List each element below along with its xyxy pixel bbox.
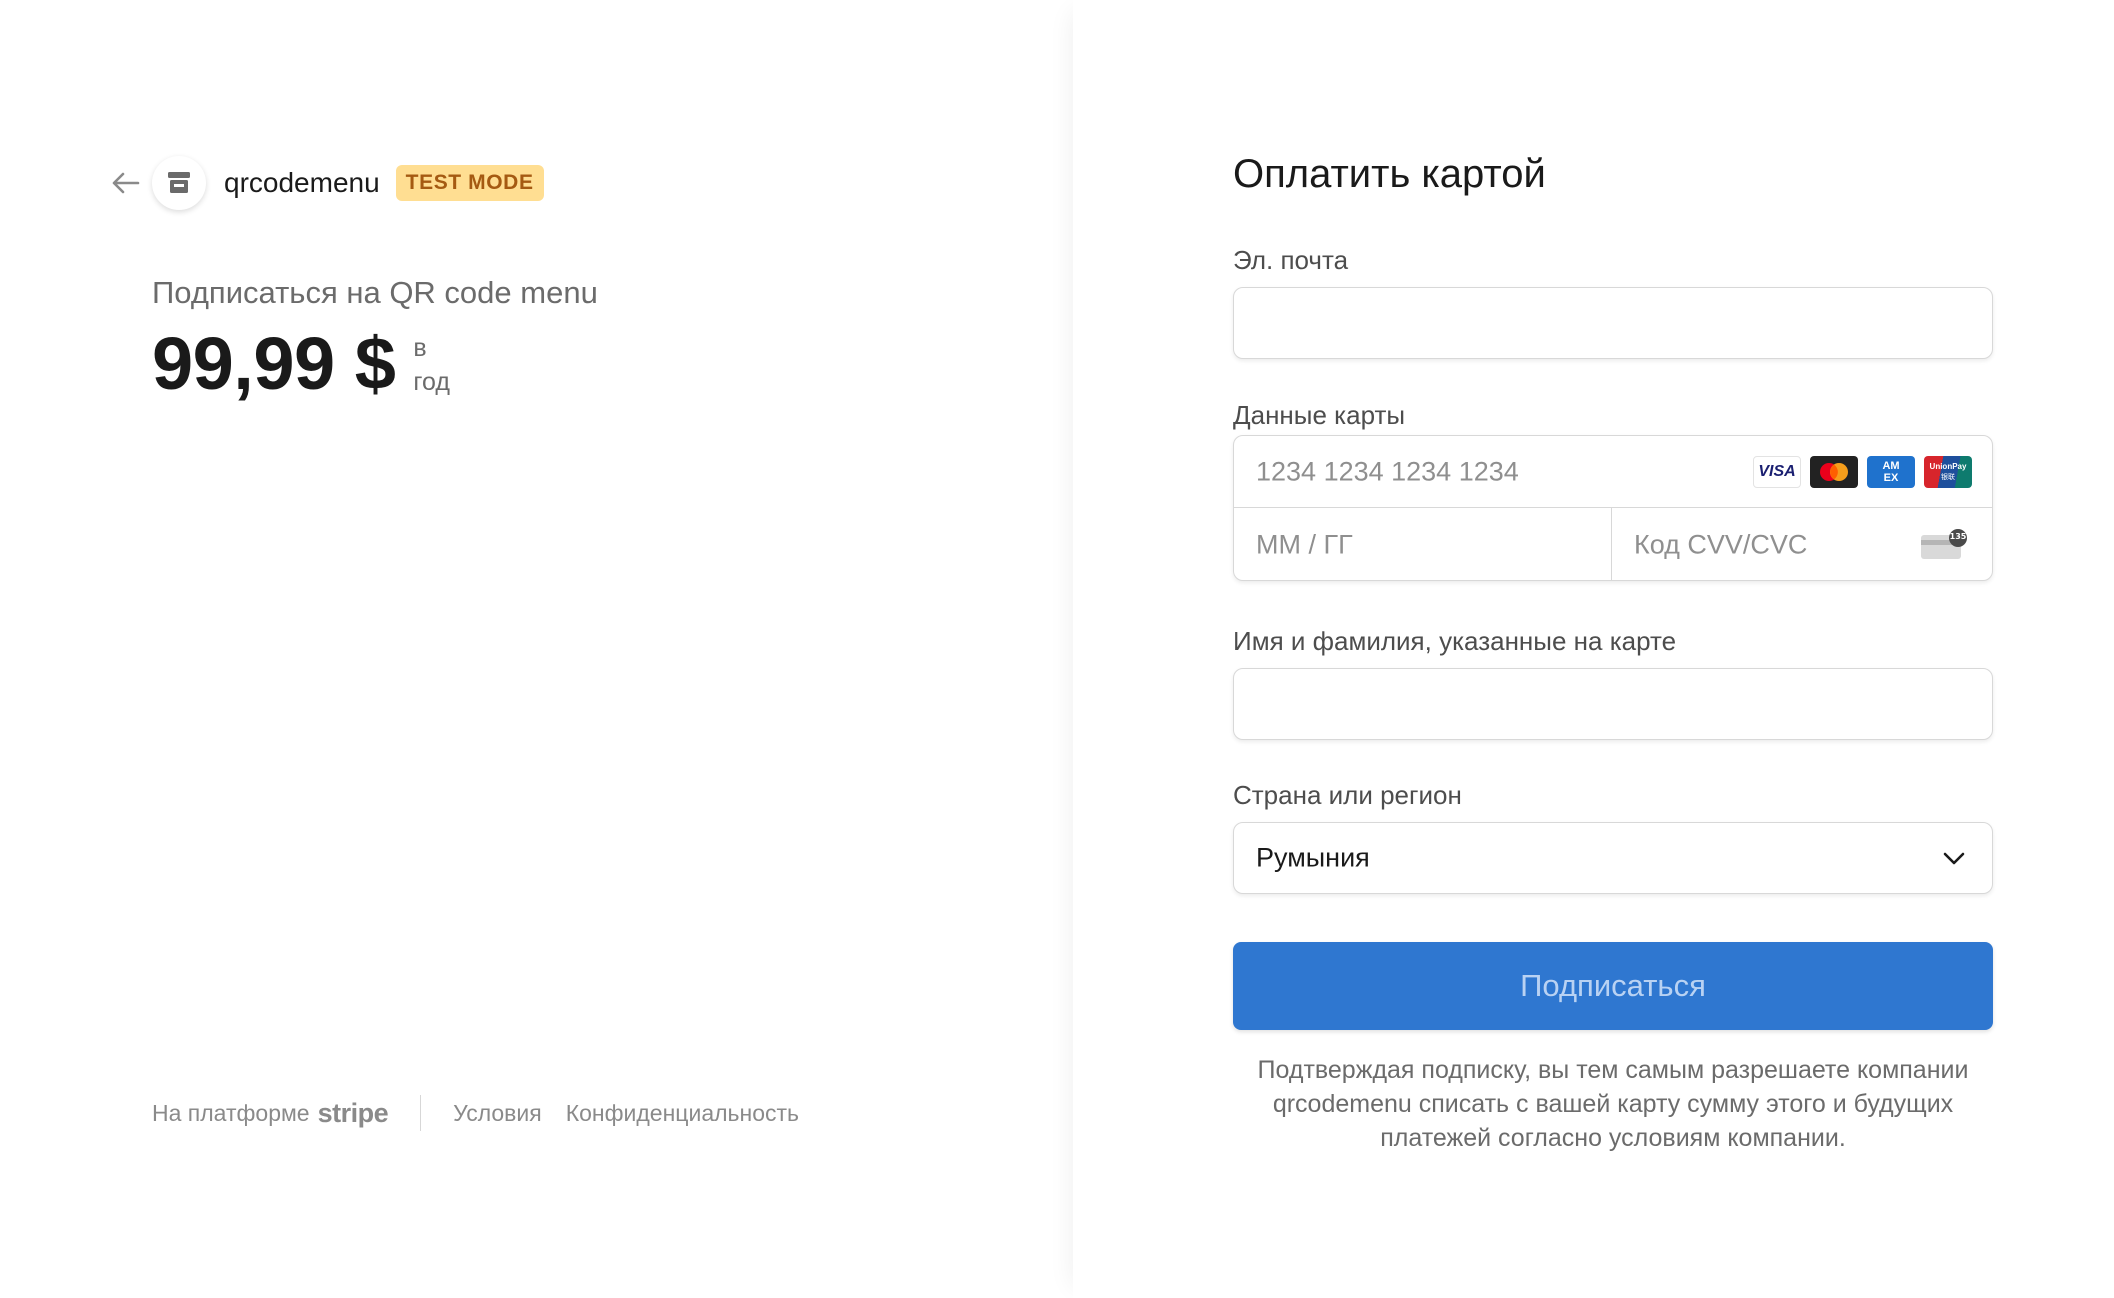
email-field[interactable] <box>1233 287 1993 359</box>
chevron-down-icon <box>1943 852 1965 865</box>
footer: На платформе stripe Условия Конфиденциал… <box>152 1093 799 1133</box>
price-block: 99,99 $ в год <box>152 325 463 403</box>
card-details-label: Данные карты <box>1233 400 1406 430</box>
arrow-left-icon[interactable] <box>108 166 142 200</box>
powered-by-label: На платформе <box>152 1099 310 1126</box>
card-details-group: 1234 1234 1234 1234 VISA AM EX UnionPay … <box>1233 435 1993 581</box>
form-title: Оплатить картой <box>1233 152 1546 196</box>
country-select[interactable]: Румыния <box>1233 822 1993 894</box>
merchant-header: qrcodemenu TEST MODE <box>108 152 544 214</box>
amex-logo-top: AM <box>1882 459 1900 472</box>
cvc-placeholder: Код CVV/CVC <box>1634 529 1808 560</box>
test-mode-badge: TEST MODE <box>395 165 544 201</box>
card-number-placeholder: 1234 1234 1234 1234 <box>1256 456 1519 486</box>
card-brands: VISA AM EX UnionPay 银联 <box>1753 455 1972 488</box>
powered-by-stripe[interactable]: На платформе stripe <box>152 1097 389 1129</box>
email-label: Эл. почта <box>1233 245 1349 275</box>
cvc-card-digits: 135 <box>1949 532 1967 541</box>
unionpay-icon: UnionPay 银联 <box>1924 455 1972 488</box>
stripe-logo: stripe <box>317 1097 389 1128</box>
expiry-field[interactable]: ММ / ГГ <box>1234 508 1612 580</box>
cardholder-name-label: Имя и фамилия, указанные на карте <box>1233 626 1677 656</box>
terms-link[interactable]: Условия <box>453 1100 542 1127</box>
billing-interval-line1: в <box>413 334 427 362</box>
amex-icon: AM EX <box>1867 455 1915 488</box>
visa-logo-text: VISA <box>1758 462 1796 480</box>
unionpay-logo-cn: 银联 <box>1941 472 1955 481</box>
store-icon <box>168 172 190 193</box>
cardholder-name-field[interactable] <box>1233 668 1993 740</box>
amex-logo-bottom: EX <box>1883 471 1899 484</box>
country-label: Страна или регион <box>1233 780 1462 810</box>
mastercard-icon <box>1810 455 1858 488</box>
product-name: Подписаться на QR code menu <box>152 275 598 310</box>
order-summary-panel: qrcodemenu TEST MODE Подписаться на QR c… <box>0 0 1073 1298</box>
subscribe-button-label: Подписаться <box>1520 968 1706 1003</box>
subscribe-button[interactable]: Подписаться <box>1233 942 1993 1030</box>
billing-interval: в год <box>413 331 463 399</box>
footer-divider <box>420 1095 422 1131</box>
cvc-card-icon: 135 <box>1920 529 1968 561</box>
cvc-field[interactable]: Код CVV/CVC 135 <box>1612 508 1992 580</box>
billing-interval-line2: год <box>413 368 450 396</box>
subscription-disclaimer: Подтверждая подписку, вы тем самым разре… <box>1257 1056 1969 1152</box>
country-value: Румыния <box>1256 842 1370 873</box>
avatar <box>152 156 206 210</box>
expiry-placeholder: ММ / ГГ <box>1256 529 1353 560</box>
merchant-name: qrcodemenu <box>224 167 380 198</box>
visa-icon: VISA <box>1753 455 1801 488</box>
privacy-link[interactable]: Конфиденциальность <box>566 1100 799 1127</box>
price-amount: 99,99 $ <box>152 322 396 405</box>
card-number-field[interactable]: 1234 1234 1234 1234 VISA AM EX UnionPay … <box>1234 436 1992 508</box>
unionpay-logo-text: UnionPay <box>1929 461 1967 471</box>
